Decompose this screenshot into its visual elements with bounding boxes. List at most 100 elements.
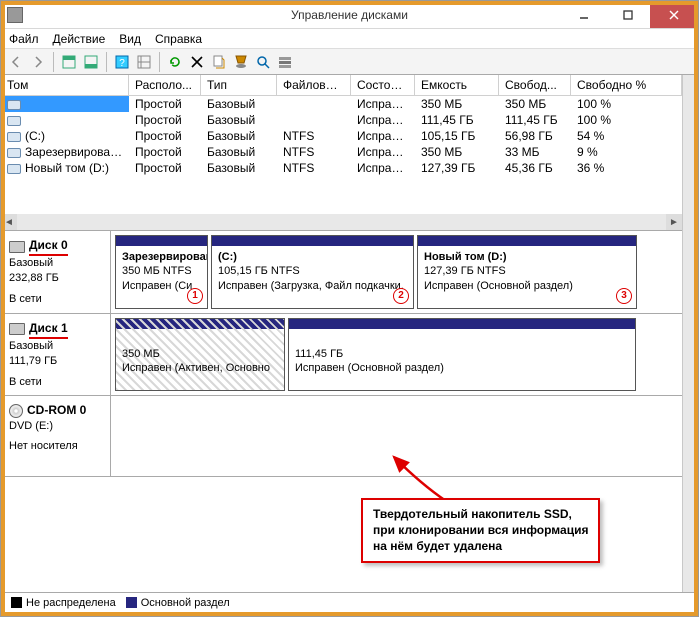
cd-icon [9,404,23,418]
table-row[interactable]: ПростойБазовыйИсправен...350 МБ350 МБ100… [1,96,682,112]
partition-header [116,319,284,329]
volume-icon [7,148,21,158]
table-cell: 45,36 ГБ [499,160,571,176]
disk-partitions [111,396,682,476]
table-cell: 54 % [571,128,682,144]
table-cell [1,96,129,112]
column-header[interactable]: Состояние [351,75,415,95]
table-cell: (C:) [1,128,129,144]
disk-status: В сети [9,375,102,390]
table-row[interactable]: ПростойБазовыйИсправен...111,45 ГБ111,45… [1,112,682,128]
close-button[interactable] [650,1,698,28]
search-icon[interactable] [253,52,273,72]
delete-icon[interactable] [187,52,207,72]
app-icon [7,7,23,23]
partition-size: 127,39 ГБ NTFS [424,265,506,277]
table-cell: NTFS [277,160,351,176]
partition-status: Исправен (Си [122,280,192,292]
column-header[interactable]: Том [1,75,129,95]
menu-view[interactable]: Вид [119,32,141,46]
partition-header [212,236,413,246]
refresh-icon[interactable] [165,52,185,72]
view-bottom-icon[interactable] [81,52,101,72]
disk-row: Диск 1Базовый111,79 ГБВ сети350 МБИсправ… [1,314,682,397]
partition[interactable]: 111,45 ГБ Исправен (Основной раздел) [288,318,636,392]
eject-icon[interactable] [231,52,251,72]
column-header[interactable]: Тип [201,75,277,95]
settings-icon[interactable] [134,52,154,72]
table-cell [277,112,351,128]
annotation-line-1: Твердотельный накопитель SSD, [373,506,588,522]
svg-text:?: ? [119,58,125,69]
partition-header [289,319,635,329]
table-cell: 127,39 ГБ [415,160,499,176]
annotation-line-3: на нём будет удалена [373,538,588,554]
partition[interactable]: 350 МБИсправен (Активен, Основно [115,318,285,392]
table-cell: Исправен... [351,96,415,112]
table-cell: 350 МБ [499,96,571,112]
disk-info-panel[interactable]: Диск 1Базовый111,79 ГБВ сети [1,314,111,396]
disk-info-panel[interactable]: Диск 0Базовый232,88 ГБВ сети [1,231,111,313]
column-header[interactable]: Свобод... [499,75,571,95]
table-cell: Исправен... [351,144,415,160]
table-cell: Исправен... [351,112,415,128]
partition-status: Исправен (Загрузка, Файл подкачки, [218,280,404,292]
vertical-scrollbar[interactable] [682,75,698,594]
partition-size: 111,45 ГБ [295,348,343,360]
menu-action[interactable]: Действие [53,32,106,46]
disk-partitions: Зарезервирован350 МБ NTFSИсправен (Си1(C… [111,231,682,313]
table-cell: Базовый [201,144,277,160]
menu-help[interactable]: Справка [155,32,202,46]
table-cell: NTFS [277,128,351,144]
volume-icon [7,132,21,142]
back-icon[interactable] [6,52,26,72]
table-row[interactable]: Новый том (D:)ПростойБазовыйNTFSИсправен… [1,160,682,176]
annotation-box: Твердотельный накопитель SSD, при клонир… [361,498,600,563]
table-row[interactable]: (C:)ПростойБазовыйNTFSИсправен...105,15 … [1,128,682,144]
partition[interactable]: Новый том (D:)127,39 ГБ NTFSИсправен (Ос… [417,235,637,309]
horizontal-scrollbar[interactable]: ◄► [1,214,682,230]
table-row[interactable]: Зарезервировано...ПростойБазовыйNTFSИспр… [1,144,682,160]
disk-name: Диск 0 [29,237,68,256]
disk-type: Базовый [9,339,102,354]
partition-status: Исправен (Основной раздел) [424,280,573,292]
maximize-button[interactable] [606,1,650,28]
toolbar: ? [1,49,698,75]
hdd-icon [9,241,25,253]
table-cell: 350 МБ [415,144,499,160]
column-header[interactable]: Файловая с... [277,75,351,95]
legend-primary: Основной раздел [141,597,230,609]
minimize-button[interactable] [562,1,606,28]
partition-size: 350 МБ [122,348,160,360]
partition-status: Исправен (Основной раздел) [295,362,444,374]
column-header[interactable]: Свободно % [571,75,682,95]
disk-list-icon[interactable] [275,52,295,72]
titlebar: Управление дисками [1,1,698,29]
table-cell: Простой [129,144,201,160]
volume-icon [7,164,21,174]
help-icon[interactable]: ? [112,52,132,72]
view-top-icon[interactable] [59,52,79,72]
partition-title: Зарезервирован [122,251,208,263]
disk-partitions: 350 МБИсправен (Активен, Основно111,45 Г… [111,314,682,396]
menubar: Файл Действие Вид Справка [1,29,698,49]
partition[interactable]: (C:)105,15 ГБ NTFSИсправен (Загрузка, Фа… [211,235,414,309]
forward-icon[interactable] [28,52,48,72]
disk-info-panel[interactable]: CD-ROM 0DVD (E:)Нет носителя [1,396,111,476]
table-cell: Простой [129,160,201,176]
column-header[interactable]: Емкость [415,75,499,95]
partition-size: 105,15 ГБ NTFS [218,265,300,277]
table-cell: Простой [129,96,201,112]
table-cell: 36 % [571,160,682,176]
partition[interactable]: Зарезервирован350 МБ NTFSИсправен (Си1 [115,235,208,309]
table-cell: Базовый [201,96,277,112]
properties-icon[interactable] [209,52,229,72]
table-cell: Зарезервировано... [1,144,129,160]
table-cell: Исправен... [351,128,415,144]
disk-row: Диск 0Базовый232,88 ГБВ сетиЗарезервиров… [1,231,682,314]
disk-status: В сети [9,292,102,307]
column-header[interactable]: Располо... [129,75,201,95]
table-cell [1,112,129,128]
menu-file[interactable]: Файл [9,32,39,46]
annotation-line-2: при клонировании вся информация [373,522,588,538]
